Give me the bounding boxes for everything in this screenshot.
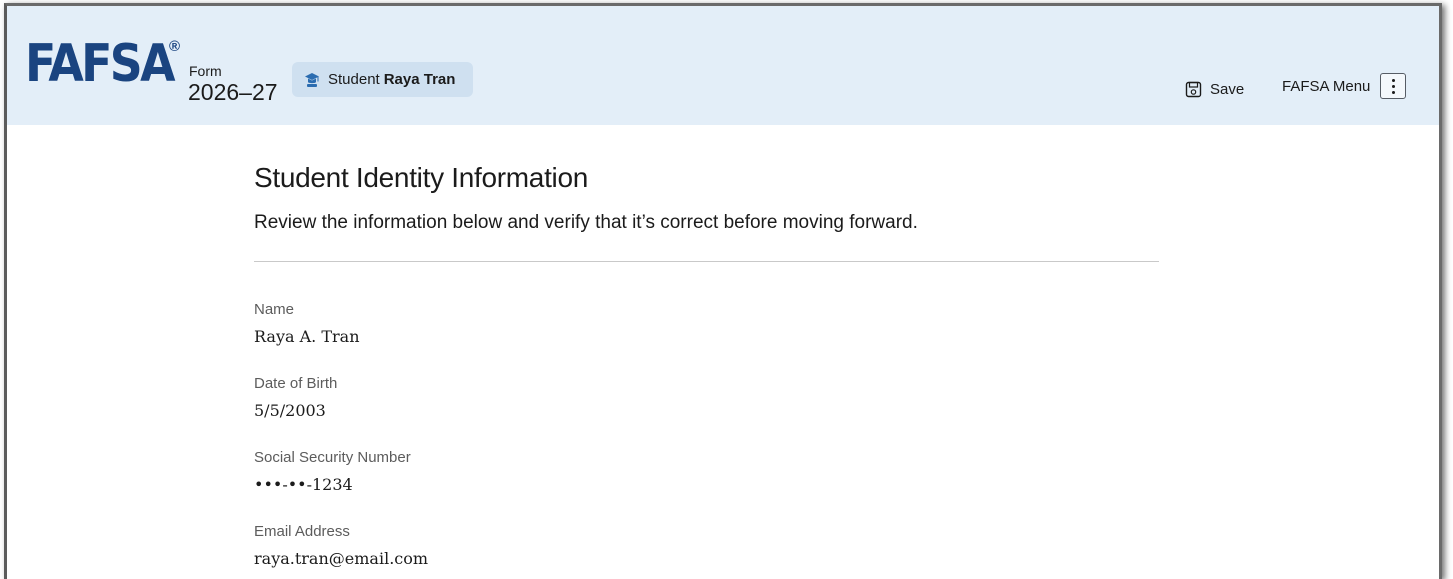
floppy-disk-icon: [1185, 81, 1202, 98]
field-label: Name: [254, 301, 295, 318]
field-email: Email Address raya.tran@email.com: [254, 523, 428, 569]
field-label: Social Security Number: [254, 449, 411, 466]
student-prefix: Student: [328, 71, 380, 88]
kebab-menu-icon[interactable]: [1380, 73, 1407, 99]
registered-mark: ®: [169, 38, 181, 55]
field-label: Date of Birth: [254, 375, 338, 392]
save-label: Save: [1210, 81, 1245, 98]
graduation-cap-icon: [305, 72, 319, 87]
field-label: Email Address: [254, 523, 350, 540]
form-label: Form: [189, 63, 222, 79]
screenshot-frame: FAFSA ® Form 2026–27 Student Raya Tran S…: [0, 0, 1453, 579]
fafsa-logo[interactable]: FAFSA: [25, 34, 175, 94]
field-ssn: Social Security Number •••-••-1234: [254, 449, 411, 495]
field-value: 5/5/2003: [254, 401, 326, 420]
field-date-of-birth: Date of Birth 5/5/2003: [254, 375, 337, 421]
browser-window: FAFSA ® Form 2026–27 Student Raya Tran S…: [4, 3, 1442, 579]
fafsa-header: FAFSA ® Form 2026–27 Student Raya Tran S…: [7, 6, 1439, 125]
field-value: raya.tran@email.com: [254, 549, 429, 568]
main-content: Student Identity Information Review the …: [254, 160, 1164, 262]
field-value: Raya A. Tran: [254, 327, 360, 346]
student-name: Raya Tran: [383, 71, 456, 88]
save-button[interactable]: Save: [1185, 81, 1244, 98]
field-name: Name Raya A. Tran: [254, 301, 360, 347]
page-subtitle: Review the information below and verify …: [254, 212, 918, 233]
field-value: •••-••-1234: [254, 475, 353, 494]
student-badge: Student Raya Tran: [292, 62, 474, 97]
section-divider: [254, 261, 1159, 262]
page-title: Student Identity Information: [254, 162, 589, 193]
fafsa-menu-button[interactable]: FAFSA Menu: [1282, 73, 1407, 99]
fafsa-menu-label: FAFSA Menu: [1282, 77, 1371, 95]
form-year: 2026–27: [188, 79, 278, 105]
